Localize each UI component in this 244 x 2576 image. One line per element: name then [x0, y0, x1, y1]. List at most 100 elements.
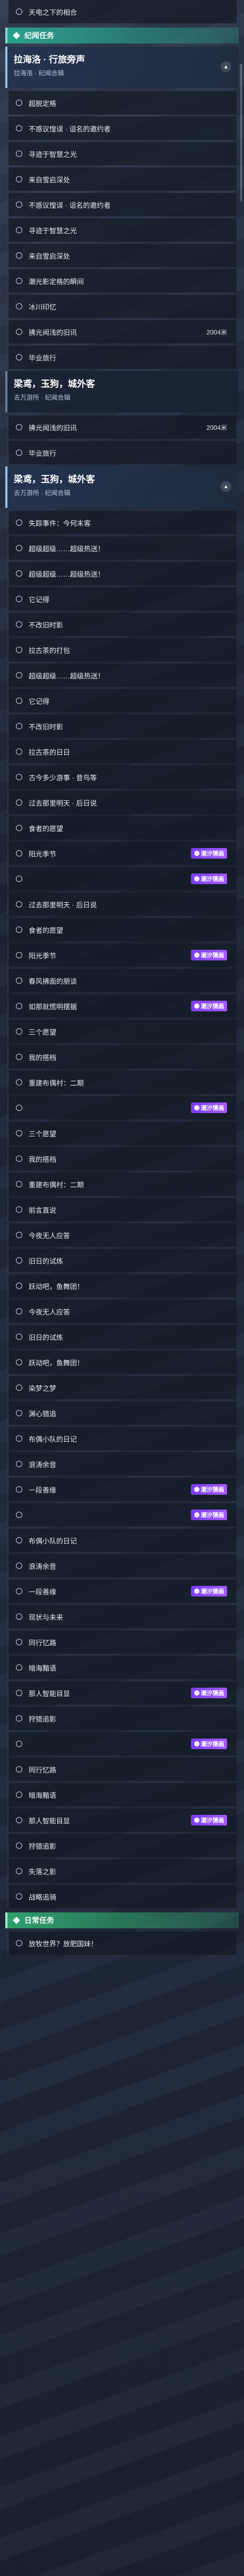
- quest-step-item[interactable]: 暗海黯语: [7, 1783, 237, 1806]
- step-circle-icon: [16, 1435, 22, 1442]
- step-label: 来自雪启深处: [29, 252, 71, 260]
- quest-card[interactable]: 拉海洛 · 行旅旁声 拉海洛 · 纪闻合辑 ▲: [5, 47, 239, 88]
- step-circle-icon: [16, 1842, 22, 1849]
- quest-step-item[interactable]: 失踪事件：今何末客: [7, 511, 237, 534]
- quest-step-item[interactable]: 同行忆路: [7, 1630, 237, 1654]
- step-circle-icon: [16, 901, 22, 907]
- event-badge[interactable]: 潮汐猜画: [191, 848, 227, 859]
- event-badge[interactable]: 潮汐猜画: [191, 1688, 227, 1698]
- quest-step-item[interactable]: 旧日的试炼: [7, 1325, 237, 1348]
- event-badge[interactable]: 潮汐猜画: [191, 1739, 227, 1749]
- quest-step-item[interactable]: 今夜无人应答: [7, 1223, 237, 1247]
- quest-step-item[interactable]: 超级超级……超级热送！: [7, 664, 237, 687]
- chevron-up-icon[interactable]: ▲: [221, 61, 231, 72]
- event-badge[interactable]: 潮汐猜画: [191, 874, 227, 884]
- quest-step-item[interactable]: 它记得: [7, 689, 237, 712]
- quest-step-item[interactable]: 潮光影定格的瞬间: [7, 269, 237, 293]
- story-quests-header: 纪闻任务: [5, 28, 239, 43]
- quest-step-item[interactable]: 潮汐猜画: [7, 1503, 237, 1527]
- quest-list[interactable]: 天电之下的相合纪闻任务拉海洛 · 行旅旁声 拉海洛 · 纪闻合辑 ▲ 超脱定格不惑议惶…: [0, 0, 244, 1957]
- quest-step-item[interactable]: 寻迹于智慧之光: [7, 218, 237, 242]
- quest-step-item[interactable]: 拉古茶的日日: [7, 740, 237, 763]
- quest-step-item[interactable]: 跃动吧，鱼舞团！: [7, 1351, 237, 1374]
- quest-step-item[interactable]: 战略追骑: [7, 1885, 237, 1908]
- quest-step-item[interactable]: 浪涛余音: [7, 1554, 237, 1577]
- event-badge[interactable]: 潮汐猜画: [191, 950, 227, 960]
- scrollbar[interactable]: [240, 64, 242, 201]
- quest-step-item[interactable]: 毕业旅行: [7, 441, 237, 464]
- step-circle-icon: [16, 201, 22, 208]
- quest-step-item[interactable]: 重建布偶村：二期: [7, 1172, 237, 1196]
- quest-step-item[interactable]: 潮汐猜画: [7, 867, 237, 890]
- quest-step-item[interactable]: 旧日的试炼: [7, 1249, 237, 1272]
- quest-step-item[interactable]: 重建布偶村：二期: [7, 1071, 237, 1094]
- step-circle-icon: [16, 672, 22, 678]
- quest-step-item[interactable]: 渊心猎追: [7, 1401, 237, 1425]
- quest-step-item[interactable]: 潮汐猜画: [7, 1732, 237, 1755]
- quest-step-item[interactable]: 超脱定格: [7, 91, 237, 114]
- quest-step-item[interactable]: 放牧世界？放肥国妹！: [7, 1931, 237, 1955]
- quest-step-item[interactable]: 不惑议惶误 · 诅名的邀约者: [7, 193, 237, 216]
- quest-step-item[interactable]: 超级超级……超级热送！: [7, 536, 237, 560]
- quest-step-item[interactable]: 我的搭档: [7, 1045, 237, 1069]
- quest-step-item[interactable]: 拂光闻浅的旧讯 2004米: [7, 416, 237, 439]
- quest-step-item[interactable]: 跃动吧，鱼舞团！: [7, 1274, 237, 1298]
- quest-step-item[interactable]: 布偶小队的日记: [7, 1529, 237, 1552]
- quest-step-item[interactable]: 如那就慌明摆据 潮汐猜画: [7, 994, 237, 1018]
- quest-step-item[interactable]: 冰川印忆: [7, 295, 237, 318]
- quest-step-item[interactable]: 古今多少游事 · 昔鸟等: [7, 765, 237, 789]
- quest-step-item[interactable]: 潮汐猜画: [7, 1096, 237, 1119]
- quest-step-item[interactable]: 那人智能目显 潮汐猜画: [7, 1681, 237, 1705]
- quest-step-item[interactable]: 前言直说: [7, 1198, 237, 1221]
- event-badge[interactable]: 潮汐猜画: [191, 1510, 227, 1520]
- quest-step-item[interactable]: 拉古茶的打包: [7, 638, 237, 661]
- step-label: 同行忆路: [29, 1638, 57, 1647]
- quest-step-item[interactable]: 一段善缘 潮汐猜画: [7, 1478, 237, 1501]
- quest-step-item[interactable]: 食者的愿望: [7, 918, 237, 941]
- quest-step-item[interactable]: 浪涛余音: [7, 1452, 237, 1476]
- quest-step-item[interactable]: 拂光闻浅的旧讯 2004米: [7, 320, 237, 343]
- quest-step-item[interactable]: 来自雪启深处: [7, 244, 237, 267]
- quest-step-item[interactable]: 毕业旅行: [7, 346, 237, 369]
- quest-step-item[interactable]: 不惑议惶误 · 诅名的邀约者: [7, 117, 237, 140]
- quest-step-item[interactable]: 春风拂面的朋谈: [7, 969, 237, 992]
- quest-step-item[interactable]: 它记得: [7, 587, 237, 611]
- event-badge[interactable]: 潮汐猜画: [191, 1102, 227, 1113]
- quest-step-item[interactable]: 三个愿望: [7, 1122, 237, 1145]
- quest-step-item[interactable]: 不改旧时影: [7, 714, 237, 738]
- event-badge[interactable]: 潮汐猜画: [191, 1001, 227, 1011]
- quest-step-item[interactable]: 超级超级……超级热送！: [7, 562, 237, 585]
- quest-step-item[interactable]: 阳光季节 潮汐猜画: [7, 842, 237, 865]
- step-label: 现状与未来: [29, 1613, 64, 1621]
- quest-step-item[interactable]: 过去那里明天 · 后日说: [7, 893, 237, 916]
- quest-step-item[interactable]: 狩猎追影: [7, 1834, 237, 1857]
- quest-step-item[interactable]: 暗海黯语: [7, 1656, 237, 1679]
- quest-step-item[interactable]: 染梦之梦: [7, 1376, 237, 1399]
- event-logo-icon: [194, 1589, 199, 1594]
- quest-step-item[interactable]: 今夜无人应答: [7, 1300, 237, 1323]
- quest-step-item[interactable]: 阳光季节 潮汐猜画: [7, 943, 237, 967]
- quest-card[interactable]: 梁鸢，玉狗，城外客 去万游所 · 纪闻合辑 ▲: [5, 466, 239, 508]
- quest-step-item[interactable]: 失落之影: [7, 1859, 237, 1883]
- quest-step-item[interactable]: 同行忆路: [7, 1758, 237, 1781]
- quest-step-item[interactable]: 我的搭档: [7, 1147, 237, 1170]
- step-label: 不改旧时影: [29, 621, 64, 629]
- quest-step-item[interactable]: 来自雪启深处: [7, 167, 237, 191]
- event-badge[interactable]: 潮汐猜画: [191, 1484, 227, 1495]
- quest-step-item[interactable]: 天电之下的相合: [7, 0, 237, 23]
- quest-step-item[interactable]: 三个愿望: [7, 1020, 237, 1043]
- quest-step-item[interactable]: 不改旧时影: [7, 613, 237, 636]
- quest-step-item[interactable]: 一段善缘 潮汐猜画: [7, 1580, 237, 1603]
- quest-step-item[interactable]: 食者的愿望: [7, 816, 237, 840]
- quest-step-item[interactable]: 寻迹于智慧之光: [7, 142, 237, 165]
- quest-step-item[interactable]: 现状与未来: [7, 1605, 237, 1628]
- quest-card[interactable]: 梁鸢，玉狗，城外客 去万游所 · 纪闻合辑: [5, 371, 239, 412]
- quest-step-item[interactable]: 布偶小队的日记: [7, 1427, 237, 1450]
- chevron-up-icon[interactable]: ▲: [221, 481, 231, 492]
- event-badge[interactable]: 潮汐猜画: [191, 1586, 227, 1596]
- event-badge[interactable]: 潮汐猜画: [191, 1815, 227, 1825]
- quest-step-item[interactable]: 那人智能目显 潮汐猜画: [7, 1809, 237, 1832]
- quest-step-item[interactable]: 狩猎追影: [7, 1707, 237, 1730]
- step-label: 三个愿望: [29, 1028, 57, 1036]
- quest-step-item[interactable]: 过去那里明天 · 后日说: [7, 791, 237, 814]
